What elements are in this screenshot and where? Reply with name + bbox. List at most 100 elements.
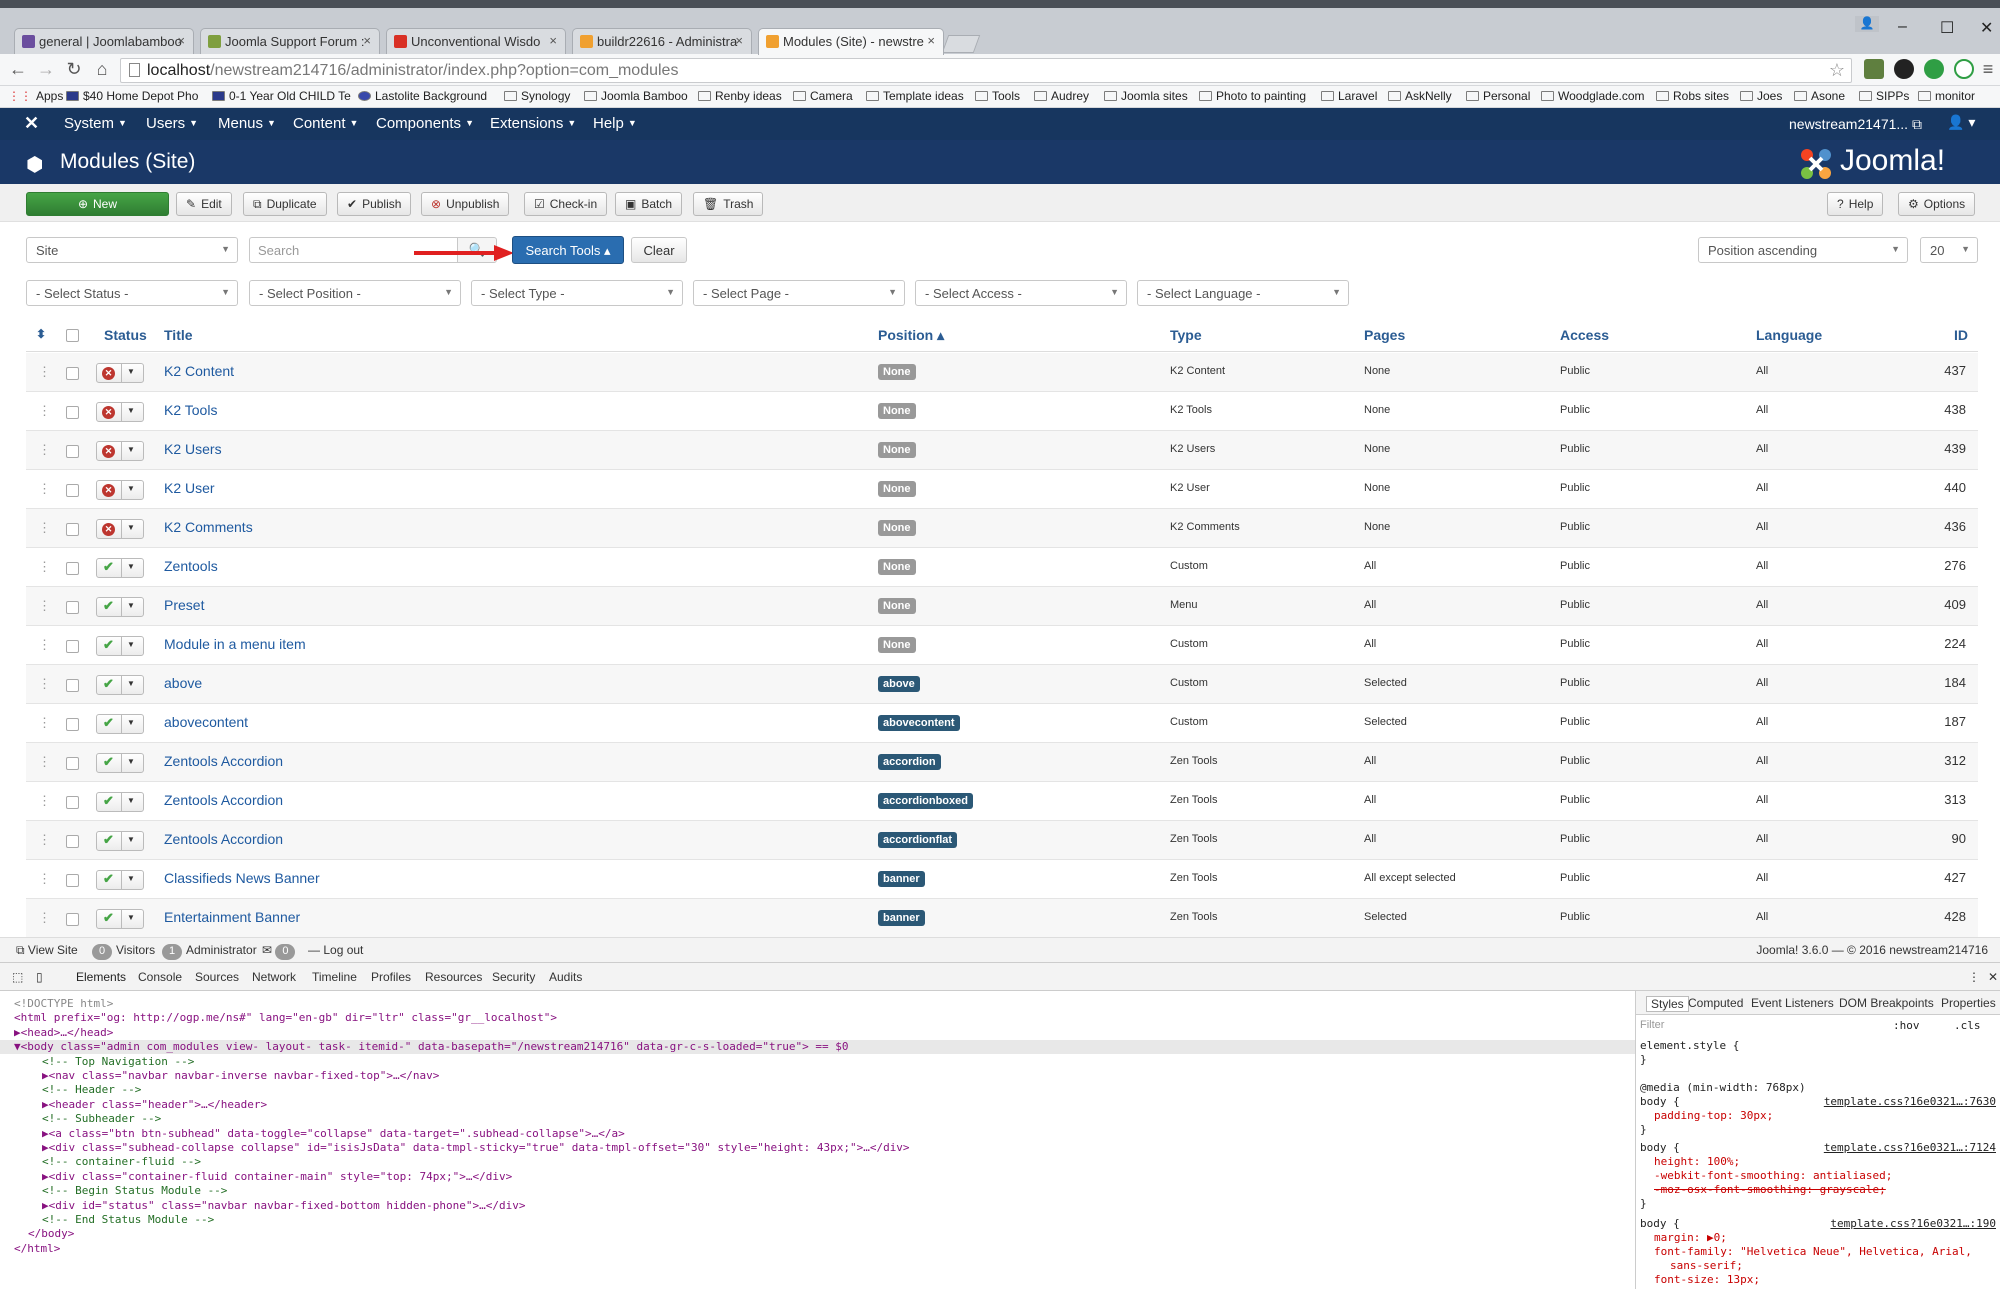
row-checkbox[interactable] xyxy=(66,757,79,770)
row-checkbox[interactable] xyxy=(66,484,79,497)
unpublished-x-icon[interactable]: ✕ xyxy=(102,367,115,380)
row-checkbox[interactable] xyxy=(66,406,79,419)
inspect-icon[interactable]: ⬚ xyxy=(12,970,23,984)
css-declaration[interactable]: font-family: "Helvetica Neue", Helvetica… xyxy=(1654,1245,1972,1258)
css-selector[interactable]: body { xyxy=(1640,1095,1680,1108)
drag-handle-icon[interactable]: ⋮ xyxy=(38,871,51,887)
tab-dom-breakpoints[interactable]: DOM Breakpoints xyxy=(1839,996,1934,1010)
css-selector[interactable]: body { xyxy=(1640,1141,1680,1154)
row-checkbox[interactable] xyxy=(66,445,79,458)
dom-node[interactable]: ▶<head>…</head> xyxy=(0,1026,113,1040)
css-selector[interactable]: } xyxy=(1640,1053,1647,1066)
published-check-icon[interactable]: ✔ xyxy=(102,638,115,651)
trash-button[interactable]: 🗑 Trash xyxy=(693,192,764,216)
caret-down-icon[interactable]: ▼ xyxy=(127,445,135,454)
header-pages[interactable]: Pages xyxy=(1364,327,1405,343)
css-selector[interactable]: element.style { xyxy=(1640,1039,1739,1052)
unpublish-button[interactable]: ⊗ Unpublish xyxy=(421,192,510,216)
help-button[interactable]: ? Help xyxy=(1827,192,1884,216)
dom-node[interactable]: <html prefix="og: http://ogp.me/ns#" lan… xyxy=(0,1011,557,1025)
published-check-icon[interactable]: ✔ xyxy=(102,677,115,690)
bookmark-folder[interactable]: Template ideas xyxy=(866,89,964,103)
clear-button[interactable]: Clear xyxy=(631,237,687,263)
unpublished-x-icon[interactable]: ✕ xyxy=(102,406,115,419)
dom-node[interactable]: </body> xyxy=(0,1227,74,1241)
css-selector[interactable]: @media (min-width: 768px) xyxy=(1640,1081,1806,1094)
css-selector[interactable]: body { xyxy=(1640,1217,1680,1230)
grammarly-icon[interactable] xyxy=(1924,59,1944,79)
published-check-icon[interactable]: ✔ xyxy=(102,911,115,924)
caret-down-icon[interactable]: ▼ xyxy=(127,913,135,922)
bookmark-folder[interactable]: Renby ideas xyxy=(698,89,782,103)
dom-node[interactable]: <!-- Top Navigation --> xyxy=(0,1055,194,1069)
css-selector[interactable]: } xyxy=(1640,1197,1647,1210)
bookmark-folder[interactable]: Joomla sites xyxy=(1104,89,1188,103)
tab-close-icon[interactable]: × xyxy=(735,33,743,48)
ordering-select[interactable]: Position ascending ▼ xyxy=(1698,237,1908,263)
drag-handle-icon[interactable]: ⋮ xyxy=(38,520,51,536)
module-title-link[interactable]: K2 User xyxy=(164,480,215,496)
module-title-link[interactable]: Zentools Accordion xyxy=(164,831,283,847)
bookmark-folder[interactable]: Robs sites xyxy=(1656,89,1729,103)
menu-content[interactable]: Content ▼ xyxy=(293,115,358,132)
header-position[interactable]: Position ▴ xyxy=(878,327,944,344)
dom-node-selected[interactable]: ▼<body class="admin com_modules view- la… xyxy=(0,1040,1635,1055)
tab-close-icon[interactable]: × xyxy=(177,33,185,48)
module-title-link[interactable]: Preset xyxy=(164,597,204,613)
bookmark-folder[interactable]: Synology xyxy=(504,89,570,103)
bookmark-item[interactable]: $40 Home Depot Pho xyxy=(66,89,198,103)
type-filter[interactable]: - Select Type - ▼ xyxy=(471,280,683,306)
module-title-link[interactable]: abovecontent xyxy=(164,714,248,730)
extension-icon[interactable] xyxy=(1864,59,1884,79)
dom-node[interactable]: ▶<div class="container-fluid container-m… xyxy=(0,1170,512,1184)
browser-tab[interactable]: Unconventional Wisdo × xyxy=(386,28,566,54)
drag-handle-icon[interactable]: ⋮ xyxy=(38,715,51,731)
module-title-link[interactable]: Entertainment Banner xyxy=(164,909,300,925)
new-tab-button[interactable] xyxy=(941,35,981,53)
caret-down-icon[interactable]: ▼ xyxy=(127,640,135,649)
extension-icon[interactable] xyxy=(1954,59,1974,79)
hov-toggle[interactable]: :hov xyxy=(1893,1019,1920,1032)
tab-close-icon[interactable]: × xyxy=(927,33,935,48)
module-title-link[interactable]: Module in a menu item xyxy=(164,636,306,652)
bookmark-apps[interactable]: ⋮⋮ Apps xyxy=(8,89,63,103)
row-checkbox[interactable] xyxy=(66,601,79,614)
reload-icon[interactable]: ↻ xyxy=(62,59,86,80)
bookmark-folder[interactable]: Tools xyxy=(975,89,1020,103)
caret-down-icon[interactable]: ▼ xyxy=(127,718,135,727)
bookmark-folder[interactable]: Laravel xyxy=(1321,89,1377,103)
ordering-sort-icon[interactable]: ⬍ xyxy=(36,327,46,341)
published-check-icon[interactable]: ✔ xyxy=(102,755,115,768)
dom-node[interactable]: <!-- End Status Module --> xyxy=(0,1213,214,1227)
module-title-link[interactable]: K2 Users xyxy=(164,441,222,457)
bookmark-folder[interactable]: Joomla Bamboo xyxy=(584,89,688,103)
tab-network[interactable]: Network xyxy=(252,970,296,984)
bookmark-folder[interactable]: Woodglade.com xyxy=(1541,89,1645,103)
css-source-link[interactable]: template.css?16e0321…:7630 xyxy=(1824,1095,1996,1108)
menu-icon[interactable]: ≡ xyxy=(1976,59,2000,80)
styles-filter-input[interactable]: Filter xyxy=(1640,1019,1664,1031)
row-checkbox[interactable] xyxy=(66,367,79,380)
drag-handle-icon[interactable]: ⋮ xyxy=(38,364,51,380)
css-declaration[interactable]: -moz-osx-font-smoothing: grayscale; xyxy=(1654,1183,1886,1196)
bookmark-folder[interactable]: Asone xyxy=(1794,89,1845,103)
duplicate-button[interactable]: ⧉ Duplicate xyxy=(243,192,327,216)
row-checkbox[interactable] xyxy=(66,679,79,692)
dom-node[interactable]: </html> xyxy=(0,1242,60,1256)
header-title[interactable]: Title xyxy=(164,327,193,343)
header-status[interactable]: Status xyxy=(104,327,147,343)
caret-down-icon[interactable]: ▼ xyxy=(127,601,135,610)
drag-handle-icon[interactable]: ⋮ xyxy=(38,676,51,692)
drag-handle-icon[interactable]: ⋮ xyxy=(38,442,51,458)
dom-node[interactable]: <!-- Subheader --> xyxy=(0,1112,161,1126)
row-checkbox[interactable] xyxy=(66,913,79,926)
more-icon[interactable]: ⋮ xyxy=(1968,970,1980,984)
messages-status[interactable]: ✉ 0 xyxy=(262,943,299,960)
close-devtools-icon[interactable]: ✕ xyxy=(1988,970,1998,984)
caret-down-icon[interactable]: ▼ xyxy=(127,796,135,805)
tab-elements[interactable]: Elements xyxy=(76,970,126,984)
menu-help[interactable]: Help ▼ xyxy=(593,115,637,132)
css-source-link[interactable]: template.css?16e0321…:7124 xyxy=(1824,1141,1996,1154)
access-filter[interactable]: - Select Access - ▼ xyxy=(915,280,1127,306)
module-title-link[interactable]: Zentools Accordion xyxy=(164,753,283,769)
